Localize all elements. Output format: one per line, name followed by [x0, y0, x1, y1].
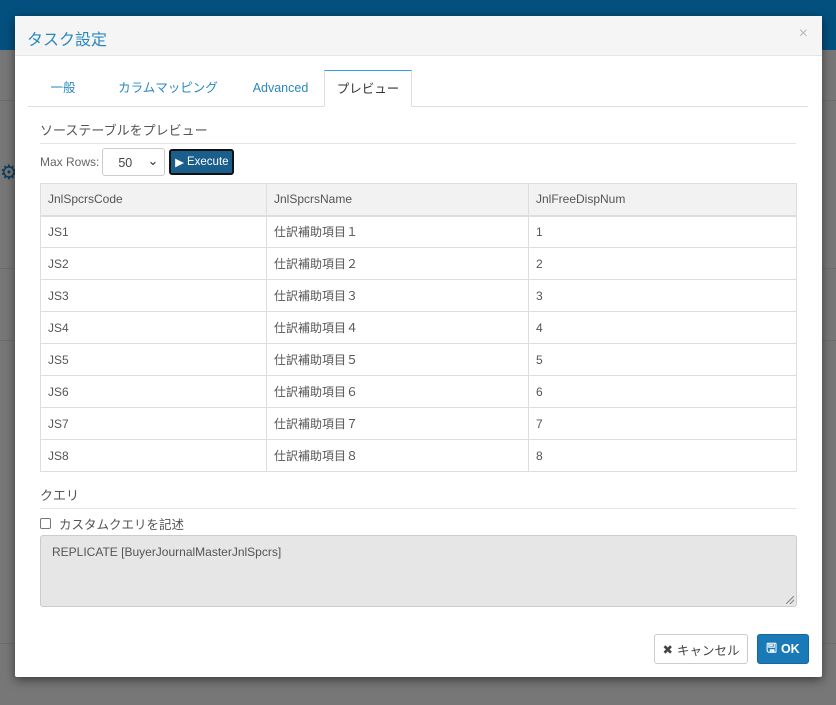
table-row: JS4 仕訳補助項目４ 4	[40, 311, 797, 344]
table-cell: JS2	[40, 247, 267, 280]
table-cell: 4	[528, 311, 797, 344]
table-cell: 7	[528, 407, 797, 440]
save-icon: 🖫	[766, 640, 777, 655]
table-cell: 仕訳補助項目４	[266, 311, 529, 344]
table-row: JS3 仕訳補助項目３ 3	[40, 279, 797, 312]
column-header: JnlSpcrsName	[266, 183, 529, 217]
table-cell: JS8	[40, 439, 267, 472]
max-rows-select[interactable]: 50 ⌄	[102, 148, 166, 176]
table-cell: 5	[528, 343, 797, 376]
task-settings-dialog: タスク設定 × 一般 カラムマッピング Advanced プレビュー ソーステー…	[15, 16, 822, 677]
table-cell: 仕訳補助項目５	[266, 343, 529, 376]
play-icon: ▶	[175, 157, 184, 169]
execute-label: Execute	[186, 156, 229, 168]
custom-query-label: カスタムクエリを記述	[59, 518, 185, 532]
close-icon[interactable]: ×	[799, 25, 808, 43]
execute-button[interactable]: ▶ Execute	[169, 149, 235, 175]
column-header: JnlSpcrsCode	[40, 183, 267, 217]
table-cell: 仕訳補助項目７	[266, 407, 529, 440]
resize-handle[interactable]	[786, 596, 794, 604]
cancel-label: キャンセル	[676, 643, 740, 658]
chevron-down-icon: ⌄	[147, 153, 159, 168]
dialog-header: タスク設定 ×	[15, 16, 822, 56]
query-section-title: クエリ	[40, 485, 796, 509]
table-cell: JS3	[40, 279, 267, 312]
tab-general[interactable]: 一般	[28, 70, 98, 107]
query-textarea[interactable]: REPLICATE [BuyerJournalMasterJnlSpcrs]	[40, 535, 797, 607]
dialog-title: タスク設定	[27, 32, 108, 49]
table-cell: 仕訳補助項目６	[266, 375, 529, 408]
table-row: JS6 仕訳補助項目６ 6	[40, 375, 797, 408]
table-row: JS7 仕訳補助項目７ 7	[40, 407, 797, 440]
max-rows-value: 50	[118, 156, 133, 170]
custom-query-checkbox[interactable]	[40, 518, 51, 529]
table-cell: JS7	[40, 407, 267, 440]
table-cell: 仕訳補助項目１	[266, 215, 529, 248]
table-cell: 8	[528, 439, 797, 472]
ok-label: OK	[780, 642, 800, 656]
table-row: JS2 仕訳補助項目２ 2	[40, 247, 797, 280]
close-icon: ✖	[662, 642, 673, 657]
query-text: REPLICATE [BuyerJournalMasterJnlSpcrs]	[52, 545, 282, 559]
ok-button[interactable]: 🖫 OK	[757, 634, 809, 664]
max-rows-label: Max Rows:	[40, 155, 100, 169]
table-row: JS1 仕訳補助項目１ 1	[40, 215, 797, 248]
table-row: JS8 仕訳補助項目８ 8	[40, 439, 797, 472]
tab-preview[interactable]: プレビュー	[324, 70, 412, 107]
table-cell: JS5	[40, 343, 267, 376]
table-cell: JS6	[40, 375, 267, 408]
column-header: JnlFreeDispNum	[528, 183, 797, 217]
tab-column-mapping[interactable]: カラムマッピング	[103, 70, 233, 107]
table-cell: 2	[528, 247, 797, 280]
table-cell: 仕訳補助項目８	[266, 439, 529, 472]
table-cell: 3	[528, 279, 797, 312]
table-cell: JS1	[40, 215, 267, 248]
preview-table: JnlSpcrsCode JnlSpcrsName JnlFreeDispNum…	[40, 183, 797, 472]
custom-query-checkbox-row[interactable]: カスタムクエリを記述	[40, 514, 184, 533]
tab-bar: 一般 カラムマッピング Advanced プレビュー	[28, 70, 808, 107]
table-row: JS5 仕訳補助項目５ 5	[40, 343, 797, 376]
table-cell: JS4	[40, 311, 267, 344]
table-cell: 1	[528, 215, 797, 248]
table-cell: 仕訳補助項目３	[266, 279, 529, 312]
table-cell: 6	[528, 375, 797, 408]
max-rows-row: Max Rows: 50 ⌄ ▶ Execute	[40, 148, 235, 176]
cancel-button[interactable]: ✖ キャンセル	[654, 634, 748, 664]
preview-section-title: ソーステーブルをプレビュー	[40, 120, 796, 144]
tab-advanced[interactable]: Advanced	[238, 70, 323, 107]
table-cell: 仕訳補助項目２	[266, 247, 529, 280]
